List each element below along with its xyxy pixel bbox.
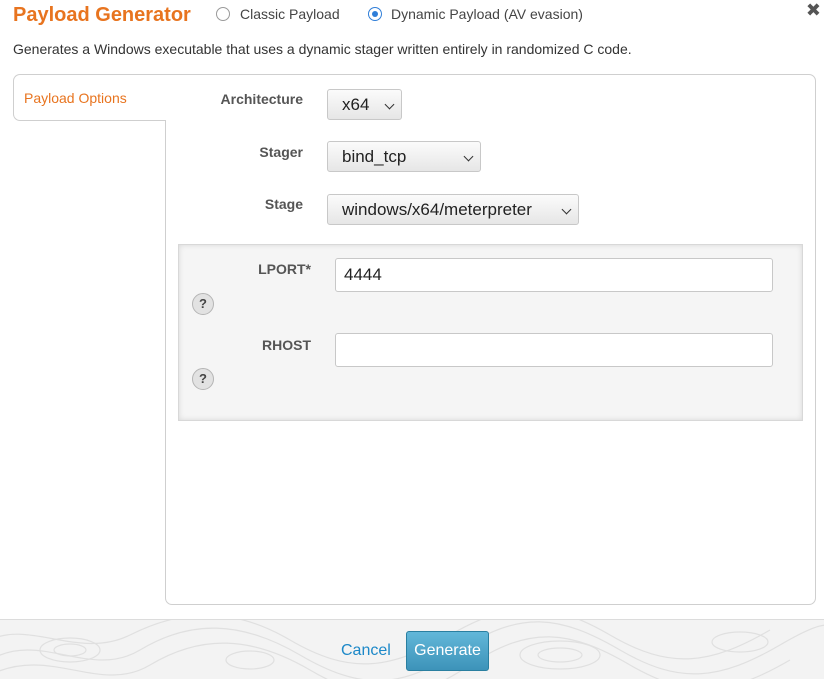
stage-select[interactable]: windows/x64/meterpreter: [327, 194, 579, 225]
radio-classic-payload[interactable]: Classic Payload: [216, 6, 340, 22]
radio-checked-icon[interactable]: [368, 7, 382, 21]
tab-payload-options[interactable]: Payload Options: [13, 74, 166, 121]
tab-payload-options-label: Payload Options: [24, 90, 127, 106]
stager-value: bind_tcp: [342, 147, 407, 166]
rhost-input[interactable]: [335, 333, 773, 367]
lport-help-icon[interactable]: ?: [192, 293, 214, 315]
stager-select[interactable]: bind_tcp: [327, 141, 481, 172]
radio-classic-payload-label: Classic Payload: [240, 6, 340, 22]
generate-button[interactable]: Generate: [406, 631, 489, 671]
stager-label: Stager: [259, 144, 303, 160]
architecture-value: x64: [342, 95, 370, 114]
dialog-title: Payload Generator: [13, 4, 191, 26]
radio-unchecked-icon[interactable]: [216, 7, 230, 21]
rhost-help-icon[interactable]: ?: [192, 368, 214, 390]
rhost-label: RHOST: [262, 337, 311, 353]
cancel-button[interactable]: Cancel: [341, 642, 391, 660]
stage-value: windows/x64/meterpreter: [342, 200, 532, 219]
dialog-description: Generates a Windows executable that uses…: [13, 41, 632, 57]
architecture-select[interactable]: x64: [327, 89, 402, 120]
lport-label: LPORT*: [258, 261, 311, 277]
lport-input[interactable]: [335, 258, 773, 292]
radio-dynamic-payload[interactable]: Dynamic Payload (AV evasion): [368, 6, 583, 22]
stage-label: Stage: [264, 196, 303, 212]
chevron-down-icon: [561, 204, 572, 215]
close-icon[interactable]: ✖: [806, 0, 821, 20]
chevron-down-icon: [384, 99, 395, 110]
radio-dynamic-payload-label: Dynamic Payload (AV evasion): [391, 6, 583, 22]
architecture-label: Architecture: [220, 91, 303, 107]
chevron-down-icon: [463, 151, 474, 162]
